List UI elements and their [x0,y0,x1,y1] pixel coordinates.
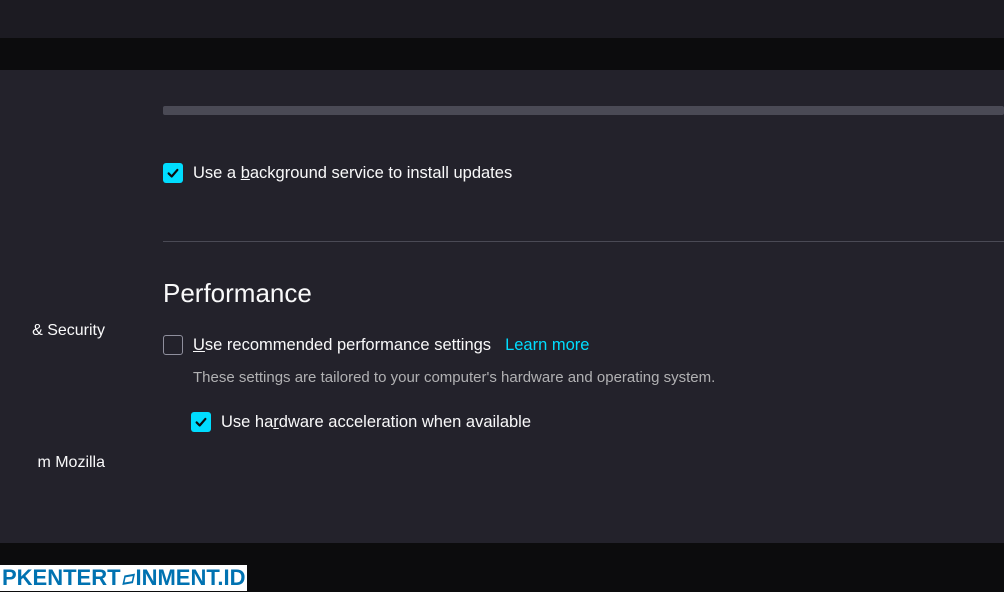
sidebar-item-label: m Mozilla [37,454,105,471]
check-icon [194,415,208,429]
setting-hardware-acceleration: Use hardware acceleration when available [191,412,1004,432]
background-service-label[interactable]: Use a background service to install upda… [193,164,512,183]
sidebar-item-privacy-security[interactable]: & Security [0,314,105,348]
watermark-text: PKENTERT▱INMENT.ID [2,565,245,591]
performance-description: These settings are tailored to your comp… [193,369,1004,386]
learn-more-link[interactable]: Learn more [505,336,589,355]
recommended-performance-label[interactable]: Use recommended performance settings [193,336,491,355]
sidebar-item-label: & Security [32,322,105,339]
settings-content: Use a background service to install upda… [105,70,1004,543]
sidebar: & Security m Mozilla [0,70,105,543]
setting-recommended-performance: Use recommended performance settings Lea… [163,335,1004,355]
section-divider [163,241,1004,242]
hardware-accel-checkbox[interactable] [191,412,211,432]
setting-background-service: Use a background service to install upda… [163,163,1004,183]
recommended-performance-checkbox[interactable] [163,335,183,355]
watermark: PKENTERT▱INMENT.ID [0,565,247,591]
update-progress-bar [163,106,1004,115]
sidebar-item-more-from-mozilla[interactable]: m Mozilla [0,446,105,480]
hardware-accel-label[interactable]: Use hardware acceleration when available [221,413,531,432]
window-header-bar [0,0,1004,38]
settings-panel: & Security m Mozilla Use a background se… [0,70,1004,543]
check-icon [166,166,180,180]
background-service-checkbox[interactable] [163,163,183,183]
performance-heading: Performance [163,278,1004,309]
